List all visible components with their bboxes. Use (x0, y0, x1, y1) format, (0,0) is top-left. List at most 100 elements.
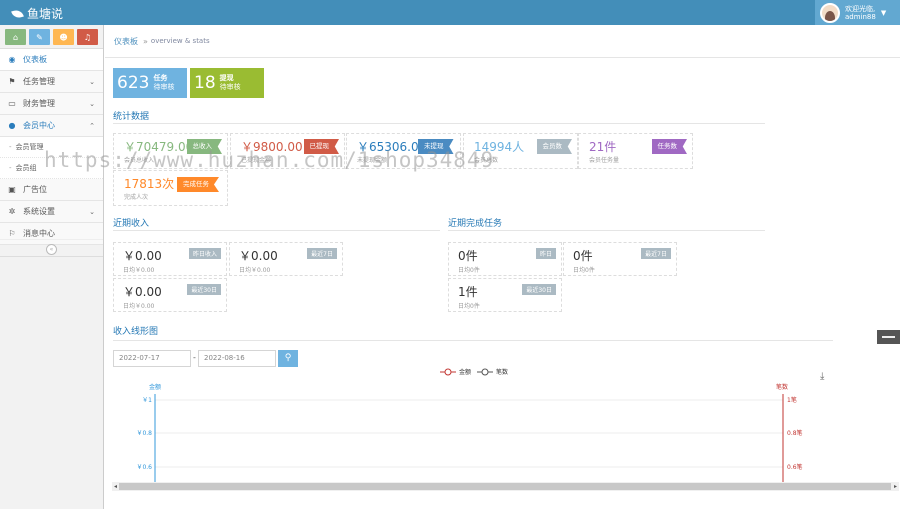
user-menu[interactable]: 欢迎光临, admin88 ▼ (815, 0, 900, 25)
sidebar-item-picture[interactable]: ▣ 广告位 (0, 179, 103, 201)
income-average: 日均￥0.00 (123, 267, 155, 274)
user-icon: ● (8, 121, 16, 130)
income-box: ￥0.00 日均￥0.00 昨日收入 (113, 242, 227, 276)
caret-down-icon: ▼ (880, 8, 887, 17)
legend-marker (444, 368, 452, 376)
bookmark-icon: ⚐ (8, 229, 16, 238)
chevron-icon: ⌃ (89, 121, 95, 130)
group-shortcut-button[interactable]: ☻ (53, 29, 74, 45)
divider (113, 123, 765, 124)
brand[interactable]: 鱼塘说 (11, 5, 64, 22)
sidebar-item-label: 会员中心 (23, 121, 55, 130)
left-axis-name: 金额 (149, 383, 161, 391)
sidebar-item-desktop[interactable]: ▭ 财务管理 ⌄ (0, 93, 103, 115)
legend-marker (481, 368, 489, 376)
divider (113, 340, 833, 341)
scroll-left-icon[interactable]: ◂ (112, 482, 119, 491)
sidebar-item-dashboard[interactable]: ◉ 仪表板 (0, 49, 103, 71)
sidebar-nav: ◉ 仪表板 ⚑ 任务管理 ⌄ ▭ 财务管理 ⌄ ● 会员中心 ⌃ (0, 49, 103, 137)
chevron-icon: ⌄ (89, 99, 95, 108)
stats-heading: 统计数据 (113, 112, 150, 122)
dashboard-icon: ◉ (8, 55, 16, 64)
legend-label: 金额 (459, 368, 471, 376)
stat-ribbon: 会员数 (536, 139, 572, 154)
sidebar-item-user[interactable]: ● 会员中心 ⌃ (0, 115, 103, 137)
task-average: 日均0件 (458, 303, 480, 310)
task-value: 1件 (458, 285, 478, 299)
home-icon: ⌂ (12, 32, 19, 42)
bell-shortcut-button[interactable]: ♫ (77, 29, 98, 45)
sidebar-item-label: 任务管理 (23, 77, 55, 86)
bell-icon: ♫ (83, 32, 92, 42)
income-box: ￥0.00 日均￥0.00 最近30日 (113, 278, 227, 312)
pending-withdraw-box[interactable]: 18 提现 待审核 (190, 68, 264, 98)
page-header: 仪表板 » overview & stats (105, 25, 900, 58)
scroll-thumb[interactable] (119, 483, 891, 490)
stat-box: 17813次 完成人次 完成任务 (113, 170, 228, 206)
date-range-dash: - (193, 353, 196, 362)
sidebar-item-label: 广告位 (23, 185, 47, 194)
task-period-tag: 昨日 (535, 248, 556, 259)
collapse-icon[interactable]: « (46, 244, 57, 255)
task-period-tag: 最近7日 (641, 248, 671, 259)
picture-icon: ▣ (8, 185, 16, 194)
horizontal-scrollbar[interactable]: ◂ ▸ (112, 482, 899, 491)
flag-icon: ⚑ (8, 77, 16, 86)
breadcrumb-separator: » (143, 36, 148, 46)
shortcut-buttons: ⌂ ✎ ☻ ♫ (0, 25, 103, 49)
sidebar-item-flag[interactable]: ⚑ 任务管理 ⌄ (0, 71, 103, 93)
pencil-shortcut-button[interactable]: ✎ (29, 29, 50, 45)
pending-tasks-title: 任务 (153, 74, 168, 82)
income-heading: 近期收入 (113, 219, 150, 229)
left-axis-tick: ￥0.8 (136, 430, 152, 437)
watermark: https://www.huzhan.com/1shop34849 (44, 148, 495, 172)
desktop-icon: ▭ (8, 99, 16, 108)
task-value: 0件 (573, 249, 593, 263)
scroll-right-icon[interactable]: ▸ (892, 482, 899, 491)
task-box: 1件 日均0件 最近30日 (448, 278, 562, 312)
right-axis-tick: 0.6笔 (787, 463, 803, 471)
group-icon: ☻ (59, 32, 68, 42)
pending-withdraw-count: 18 (194, 73, 216, 93)
search-icon: ⚲ (284, 353, 292, 363)
sidebar-item-label: 仪表板 (23, 55, 47, 64)
chevron-icon: ⌄ (89, 77, 95, 86)
chevron-icon: ⌄ (89, 207, 95, 216)
income-period-tag: 最近30日 (187, 284, 221, 295)
task-box: 0件 日均0件 最近7日 (563, 242, 677, 276)
sidebar-item-label: 财务管理 (23, 99, 55, 108)
divider (113, 230, 440, 231)
left-axis-tick: ￥0.6 (136, 464, 152, 471)
income-period-tag: 最近7日 (307, 248, 337, 259)
sidebar-collapse-bar: « (0, 239, 103, 257)
user-name: admin88 (845, 12, 876, 21)
income-value: ￥0.00 (123, 249, 162, 263)
sidebar: ⌂✎☻♫ ◉仪表板⚑任务管理⌄▭财务管理⌄●会员中心⌃ 会员管理会员组 ▣广告位… (0, 25, 104, 509)
pending-withdraw-title: 提现 (219, 74, 234, 82)
leaf-icon (11, 8, 24, 19)
home-shortcut-button[interactable]: ⌂ (5, 29, 26, 45)
pencil-icon: ✎ (36, 32, 43, 42)
stat-ribbon: 任务数 (651, 139, 687, 154)
divider (448, 230, 765, 231)
right-axis-tick: 1笔 (787, 396, 797, 404)
income-period-tag: 昨日收入 (188, 248, 221, 259)
left-axis-tick: ￥1 (142, 397, 152, 404)
tasks-heading: 近期完成任务 (448, 219, 503, 229)
side-toggle-tab[interactable] (877, 330, 900, 344)
pending-tasks-box[interactable]: 623 任务 待审核 (113, 68, 187, 98)
stat-value: 17813次 (124, 177, 175, 191)
top-navbar: 鱼塘说 欢迎光临, admin88 ▼ (0, 0, 900, 25)
right-axis-name: 笔数 (776, 383, 788, 391)
stat-value: 21件 (589, 140, 617, 154)
right-axis-tick: 0.8笔 (787, 429, 803, 437)
welcome-text: 欢迎光临, (845, 4, 876, 13)
sidebar-nav-lower: ▣ 广告位 ✲ 系统设置 ⌄ ⚐ 消息中心 (0, 179, 103, 245)
app-title: 鱼塘说 (27, 7, 64, 21)
task-average: 日均0件 (458, 267, 480, 274)
task-box: 0件 日均0件 昨日 (448, 242, 562, 276)
pending-withdraw-sub: 待审核 (219, 83, 241, 91)
cog-icon: ✲ (8, 207, 16, 216)
download-icon[interactable]: ⤓ (820, 371, 825, 382)
sidebar-item-cog[interactable]: ✲ 系统设置 ⌄ (0, 201, 103, 223)
